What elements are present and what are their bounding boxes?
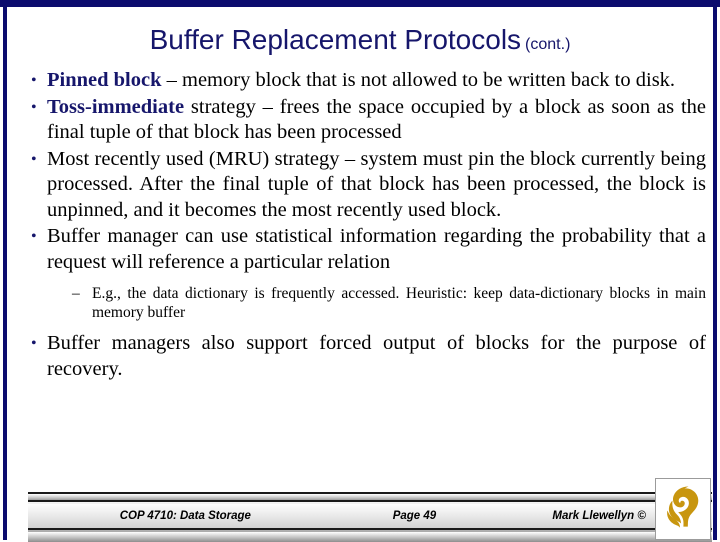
slide-top-border bbox=[0, 0, 720, 7]
list-item-text: Most recently used (MRU) strategy – syst… bbox=[47, 147, 706, 221]
bullet-icon: • bbox=[31, 335, 37, 352]
pegasus-icon bbox=[667, 486, 699, 528]
list-item: • Most recently used (MRU) strategy – sys… bbox=[14, 147, 706, 224]
list-item: • Toss-immediate strategy – frees the spa… bbox=[14, 95, 706, 146]
page-title-main: Buffer Replacement Protocols bbox=[149, 24, 522, 55]
slide-right-border bbox=[713, 0, 717, 540]
ucf-pegasus-logo bbox=[655, 478, 711, 540]
bullet-icon: • bbox=[31, 98, 37, 116]
list-item: • Pinned block – memory block that is not… bbox=[14, 68, 706, 94]
slide-body: • Pinned block – memory block that is not… bbox=[14, 68, 706, 383]
slide-canvas: Buffer Replacement Protocols (cont.) • Pin… bbox=[0, 0, 720, 542]
slide-left-border bbox=[3, 0, 7, 540]
list-item: • Buffer manager can use statistical info… bbox=[14, 224, 706, 275]
slide-footer: COP 4710: Data Storage Page 49 Mark Llew… bbox=[28, 492, 712, 542]
dash-bullet-icon: – bbox=[72, 285, 80, 302]
list-item-text: – memory block that is not allowed to be… bbox=[161, 69, 676, 91]
bullet-icon: • bbox=[31, 228, 37, 245]
footer-row: COP 4710: Data Storage Page 49 Mark Llew… bbox=[28, 504, 712, 530]
bullet-icon: • bbox=[31, 72, 37, 89]
footer-bottom-strip bbox=[28, 532, 712, 542]
footer-top-strip bbox=[28, 494, 712, 502]
page-title: Buffer Replacement Protocols (cont.) bbox=[10, 24, 710, 61]
bullet-icon: • bbox=[31, 150, 37, 168]
list-item-text: Buffer manager can use statistical infor… bbox=[47, 225, 706, 273]
page-title-continuation: (cont.) bbox=[525, 36, 571, 53]
sub-list-item: – E.g., the data dictionary is frequently… bbox=[14, 284, 706, 322]
footer-course-label: COP 4710: Data Storage bbox=[119, 510, 251, 522]
list-item: • Buffer managers also support forced out… bbox=[14, 331, 706, 382]
list-item-lead: Pinned block bbox=[47, 69, 162, 91]
list-item-text: Buffer managers also support forced outp… bbox=[47, 332, 706, 380]
sub-list-item-text: E.g., the data dictionary is frequently … bbox=[92, 285, 706, 321]
list-item-lead: Toss-immediate bbox=[47, 95, 185, 118]
footer-page-number: Page 49 bbox=[392, 510, 437, 522]
